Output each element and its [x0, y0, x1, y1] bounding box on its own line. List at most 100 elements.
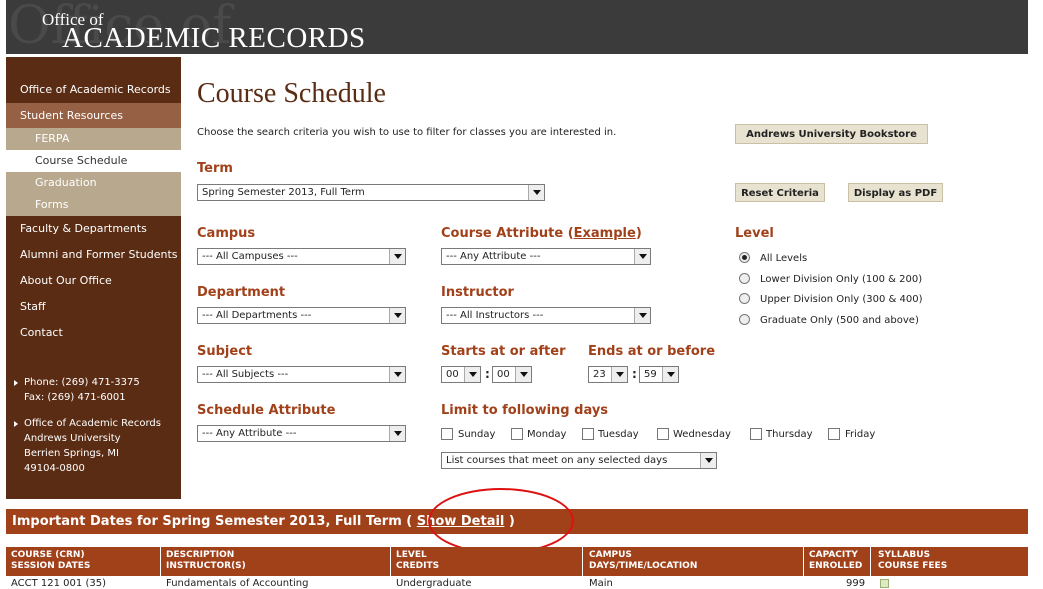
chevron-down-icon[interactable]	[464, 367, 480, 382]
day-label: Wednesday	[673, 429, 731, 440]
checkbox-friday[interactable]	[828, 428, 840, 440]
level-option-label: Graduate Only (500 and above)	[760, 315, 919, 326]
annotation-circle	[428, 488, 574, 554]
subject-select[interactable]: --- All Subjects ---	[197, 366, 406, 383]
intro-text: Choose the search criteria you wish to u…	[197, 127, 617, 138]
ends-label: Ends at or before	[588, 344, 716, 359]
column-divider	[870, 547, 871, 576]
level-radio-graduate[interactable]	[739, 314, 750, 325]
schedule-attribute-label: Schedule Attribute	[197, 403, 336, 418]
department-select[interactable]: --- All Departments ---	[197, 307, 406, 324]
start-hour-value: 00	[446, 369, 459, 380]
department-label: Department	[197, 285, 286, 300]
column-header-description[interactable]: DESCRIPTION INSTRUCTOR(S)	[166, 550, 246, 572]
display-pdf-button[interactable]: Display as PDF	[848, 183, 943, 202]
chevron-down-icon[interactable]	[611, 367, 627, 382]
sidebar-item-forms[interactable]: Forms	[6, 194, 181, 216]
level-option-label: All Levels	[760, 253, 808, 264]
table-cell-course[interactable]: ACCT 121 001 (35)	[11, 578, 106, 589]
level-radio-all[interactable]	[739, 252, 750, 263]
column-divider	[582, 547, 583, 576]
chevron-down-icon[interactable]	[528, 185, 544, 200]
instructor-select[interactable]: --- All Instructors ---	[441, 307, 651, 324]
day-label: Thursday	[766, 429, 813, 440]
chevron-down-icon[interactable]	[389, 367, 405, 382]
checkbox-sunday[interactable]	[441, 428, 453, 440]
sidebar-item-graduation[interactable]: Graduation	[6, 172, 181, 194]
sidebar-item-office[interactable]: Office of Academic Records	[6, 77, 181, 102]
column-header-level[interactable]: LEVEL CREDITS	[396, 550, 439, 572]
column-header-course[interactable]: COURSE (CRN) SESSION DATES	[11, 550, 90, 572]
syllabus-icon[interactable]	[880, 579, 889, 588]
chevron-down-icon[interactable]	[389, 249, 405, 264]
checkbox-monday[interactable]	[511, 428, 523, 440]
sidebar-item-ferpa[interactable]: FERPA	[6, 128, 181, 150]
term-label: Term	[197, 161, 233, 176]
sidebar-item-staff[interactable]: Staff	[6, 294, 181, 319]
sidebar-item-faculty[interactable]: Faculty & Departments	[6, 216, 181, 241]
day-label: Friday	[845, 429, 876, 440]
department-select-value: --- All Departments ---	[202, 310, 312, 321]
campus-select[interactable]: --- All Campuses ---	[197, 248, 406, 265]
day-label: Sunday	[458, 429, 496, 440]
term-select[interactable]: Spring Semester 2013, Full Term	[197, 184, 545, 201]
chevron-down-icon[interactable]	[662, 367, 678, 382]
example-link[interactable]: Example	[574, 226, 636, 241]
table-cell-description: Fundamentals of Accounting	[166, 578, 309, 589]
bookstore-button[interactable]: Andrews University Bookstore	[735, 124, 928, 144]
subject-label: Subject	[197, 344, 253, 359]
instructor-select-value: --- All Instructors ---	[446, 310, 544, 321]
banner-text: Important Dates for Spring Semester 2013…	[12, 514, 402, 529]
page-title: Course Schedule	[197, 78, 386, 109]
checkbox-wednesday[interactable]	[657, 428, 669, 440]
column-header-campus[interactable]: CAMPUS DAYS/TIME/LOCATION	[589, 550, 697, 572]
address-line: Andrews University	[24, 433, 121, 444]
level-radio-lower[interactable]	[739, 273, 750, 284]
column-divider	[803, 547, 804, 576]
chevron-down-icon[interactable]	[515, 367, 531, 382]
campus-label: Campus	[197, 226, 256, 241]
time-separator: :	[632, 367, 637, 381]
chevron-down-icon[interactable]	[700, 453, 716, 468]
column-divider	[160, 547, 161, 576]
column-header-syllabus[interactable]: SYLLABUS COURSE FEES	[878, 550, 947, 572]
level-option-label: Upper Division Only (300 & 400)	[760, 294, 923, 305]
term-select-value: Spring Semester 2013, Full Term	[202, 187, 365, 198]
start-hour-select[interactable]: 00	[441, 366, 481, 383]
end-hour-select[interactable]: 23	[588, 366, 628, 383]
level-option-label: Lower Division Only (100 & 200)	[760, 274, 923, 285]
chevron-down-icon[interactable]	[389, 426, 405, 441]
chevron-down-icon[interactable]	[634, 308, 650, 323]
end-minute-select[interactable]: 59	[639, 366, 679, 383]
level-label: Level	[735, 226, 774, 241]
days-mode-select[interactable]: List courses that meet on any selected d…	[441, 452, 717, 469]
schedule-attribute-select[interactable]: --- Any Attribute ---	[197, 425, 406, 442]
course-attribute-select[interactable]: --- Any Attribute ---	[441, 248, 651, 265]
reset-criteria-button[interactable]: Reset Criteria	[735, 183, 825, 202]
results-table-header: COURSE (CRN) SESSION DATES DESCRIPTION INS…	[6, 547, 1028, 576]
sidebar-item-course-schedule[interactable]: Course Schedule	[6, 150, 181, 172]
sidebar-phone-block: Phone: (269) 471-3375 Fax: (269) 471-600…	[14, 375, 179, 405]
bullet-arrow-icon	[14, 421, 18, 427]
sidebar-item-about[interactable]: About Our Office	[6, 268, 181, 293]
column-header-capacity[interactable]: CAPACITY ENROLLED	[809, 550, 862, 572]
level-radio-upper[interactable]	[739, 293, 750, 304]
day-label: Monday	[527, 429, 567, 440]
address-line: 49104-0800	[24, 463, 85, 474]
banner-paren-open: (	[406, 514, 413, 529]
address-line: Berrien Springs, MI	[24, 448, 119, 459]
start-minute-value: 00	[497, 369, 510, 380]
time-separator: :	[485, 367, 490, 381]
chevron-down-icon[interactable]	[634, 249, 650, 264]
checkbox-thursday[interactable]	[750, 428, 762, 440]
header-title[interactable]: ACADEMIC RECORDS	[62, 22, 366, 54]
starts-label: Starts at or after	[441, 344, 566, 359]
sidebar-item-student-resources[interactable]: Student Resources	[6, 103, 181, 128]
checkbox-tuesday[interactable]	[582, 428, 594, 440]
end-minute-value: 59	[644, 369, 657, 380]
start-minute-select[interactable]: 00	[492, 366, 532, 383]
table-cell-campus: Main	[589, 578, 613, 589]
sidebar-item-contact[interactable]: Contact	[6, 320, 181, 345]
chevron-down-icon[interactable]	[389, 308, 405, 323]
sidebar-item-alumni[interactable]: Alumni and Former Students	[6, 242, 181, 267]
